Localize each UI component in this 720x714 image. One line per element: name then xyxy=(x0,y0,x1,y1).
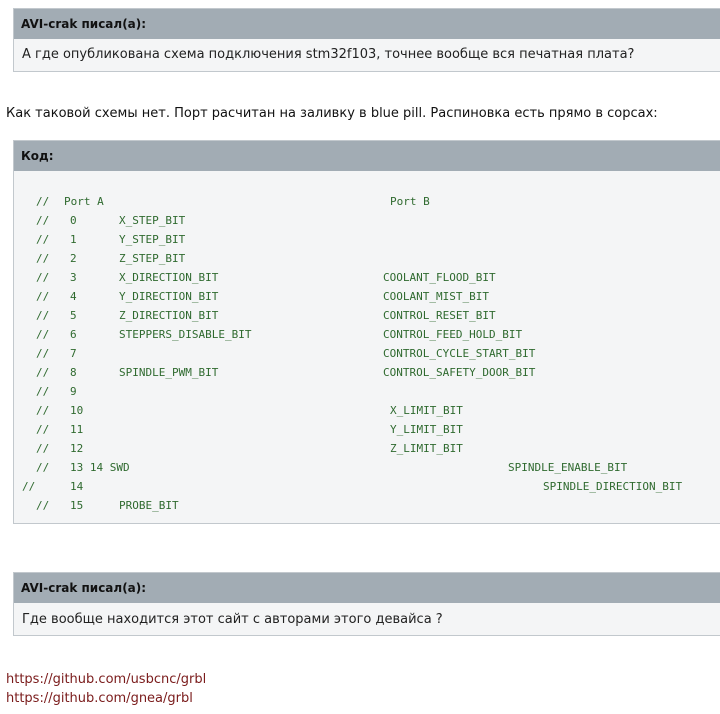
code-port-a: PROBE_BIT xyxy=(119,499,179,512)
code-line: // 0 X_STEP_BIT xyxy=(14,211,720,230)
quote-author: AVI-crak писал(а): xyxy=(14,9,720,39)
post-text: Как таковой схемы нет. Порт расчитан на … xyxy=(6,106,658,121)
code-comment: // xyxy=(36,233,50,246)
code-comment: // xyxy=(36,214,50,227)
link-gnea-grbl[interactable]: https://github.com/gnea/grbl xyxy=(6,691,193,706)
code-comment: // xyxy=(36,271,50,284)
code-port-b: COOLANT_FLOOD_BIT xyxy=(383,271,496,284)
code-line: // 6 STEPPERS_DISABLE_BIT CONTROL_FEED_H… xyxy=(14,325,720,344)
code-port-b: CONTROL_SAFETY_DOOR_BIT xyxy=(383,366,536,379)
code-line: // 11 Y_LIMIT_BIT xyxy=(14,420,720,439)
code-comment: // xyxy=(22,480,36,493)
code-line: // 15 PROBE_BIT xyxy=(14,496,720,515)
quote-block-2: AVI-crak писал(а): Где вообще находится … xyxy=(13,572,720,636)
quote-block-1: AVI-crak писал(а): А где опубликована сх… xyxy=(13,8,720,72)
code-line: // 9 xyxy=(14,382,720,401)
code-pin: 6 xyxy=(70,328,77,341)
code-pin: 11 xyxy=(70,423,84,436)
code-pin: 13 14 SWD xyxy=(70,461,130,474)
code-port-a: X_DIRECTION_BIT xyxy=(119,271,219,284)
code-port-a: X_STEP_BIT xyxy=(119,214,186,227)
code-body[interactable]: // Port A Port B // 0 X_STEP_BIT // 1 Y_… xyxy=(14,171,720,525)
code-comment: // xyxy=(36,499,50,512)
code-pin: 2 xyxy=(70,252,77,265)
code-pin: 10 xyxy=(70,404,84,417)
code-line: // 2 Z_STEP_BIT xyxy=(14,249,720,268)
code-label: Код: xyxy=(14,141,720,171)
code-pin: 3 xyxy=(70,271,77,284)
code-port-b: CONTROL_CYCLE_START_BIT xyxy=(383,347,536,360)
code-port-b: Z_LIMIT_BIT xyxy=(390,442,463,455)
code-line: // 12 Z_LIMIT_BIT xyxy=(14,439,720,458)
code-port-b: CONTROL_FEED_HOLD_BIT xyxy=(383,328,523,341)
code-pin: 7 xyxy=(70,347,77,360)
code-comment: // xyxy=(36,252,50,265)
code-pin: Port A xyxy=(64,195,104,208)
code-comment: // xyxy=(36,347,50,360)
code-port-b: SPINDLE_DIRECTION_BIT xyxy=(543,480,683,493)
code-port-b: Y_LIMIT_BIT xyxy=(390,423,463,436)
code-port-a: SPINDLE_PWM_BIT xyxy=(119,366,219,379)
code-port-a: Z_STEP_BIT xyxy=(119,252,186,265)
code-pin: 9 xyxy=(70,385,77,398)
link-usbcnc-grbl[interactable]: https://github.com/usbcnc/grbl xyxy=(6,672,206,687)
code-comment: // xyxy=(36,309,50,322)
code-line: // Port A Port B xyxy=(14,192,720,211)
code-pin: 0 xyxy=(70,214,77,227)
code-line: // 3 X_DIRECTION_BIT COOLANT_FLOOD_BIT xyxy=(14,268,720,287)
code-pin: 1 xyxy=(70,233,77,246)
code-port-b: COOLANT_MIST_BIT xyxy=(383,290,489,303)
code-port-b: X_LIMIT_BIT xyxy=(390,404,463,417)
code-pin: 8 xyxy=(70,366,77,379)
code-pin: 12 xyxy=(70,442,84,455)
code-pin: 5 xyxy=(70,309,77,322)
code-block: Код: // Port A Port B // 0 X_STEP_BIT //… xyxy=(13,140,720,524)
code-line: // 7 CONTROL_CYCLE_START_BIT xyxy=(14,344,720,363)
code-port-a: Y_DIRECTION_BIT xyxy=(119,290,219,303)
code-line: // 8 SPINDLE_PWM_BIT CONTROL_SAFETY_DOOR… xyxy=(14,363,720,382)
code-port-b: Port B xyxy=(390,195,430,208)
quote-text: Где вообще находится этот сайт с авторам… xyxy=(22,612,443,627)
code-line: // 10 X_LIMIT_BIT xyxy=(14,401,720,420)
code-port-b: SPINDLE_ENABLE_BIT xyxy=(508,461,628,474)
code-line: // 1 Y_STEP_BIT xyxy=(14,230,720,249)
quote-text: А где опубликована схема подключения stm… xyxy=(22,47,635,62)
code-line: // 5 Z_DIRECTION_BIT CONTROL_RESET_BIT xyxy=(14,306,720,325)
code-comment: // xyxy=(36,442,50,455)
code-comment: // xyxy=(36,328,50,341)
code-comment: // xyxy=(36,366,50,379)
code-pin: 15 xyxy=(70,499,84,512)
code-port-b: CONTROL_RESET_BIT xyxy=(383,309,496,322)
code-line: // 4 Y_DIRECTION_BIT COOLANT_MIST_BIT xyxy=(14,287,720,306)
code-port-a: STEPPERS_DISABLE_BIT xyxy=(119,328,252,341)
code-comment: // xyxy=(36,195,50,208)
code-pin: 14 xyxy=(70,480,84,493)
code-port-a: Y_STEP_BIT xyxy=(119,233,186,246)
code-comment: // xyxy=(36,423,50,436)
code-comment: // xyxy=(36,385,50,398)
code-comment: // xyxy=(36,290,50,303)
quote-author: AVI-crak писал(а): xyxy=(14,573,720,603)
code-pin: 4 xyxy=(70,290,77,303)
code-comment: // xyxy=(36,461,50,474)
code-comment: // xyxy=(36,404,50,417)
code-line: // 13 14 SWD SPINDLE_ENABLE_BIT xyxy=(14,458,720,477)
code-line: // 14 SPINDLE_DIRECTION_BIT xyxy=(14,477,720,496)
code-port-a: Z_DIRECTION_BIT xyxy=(119,309,219,322)
